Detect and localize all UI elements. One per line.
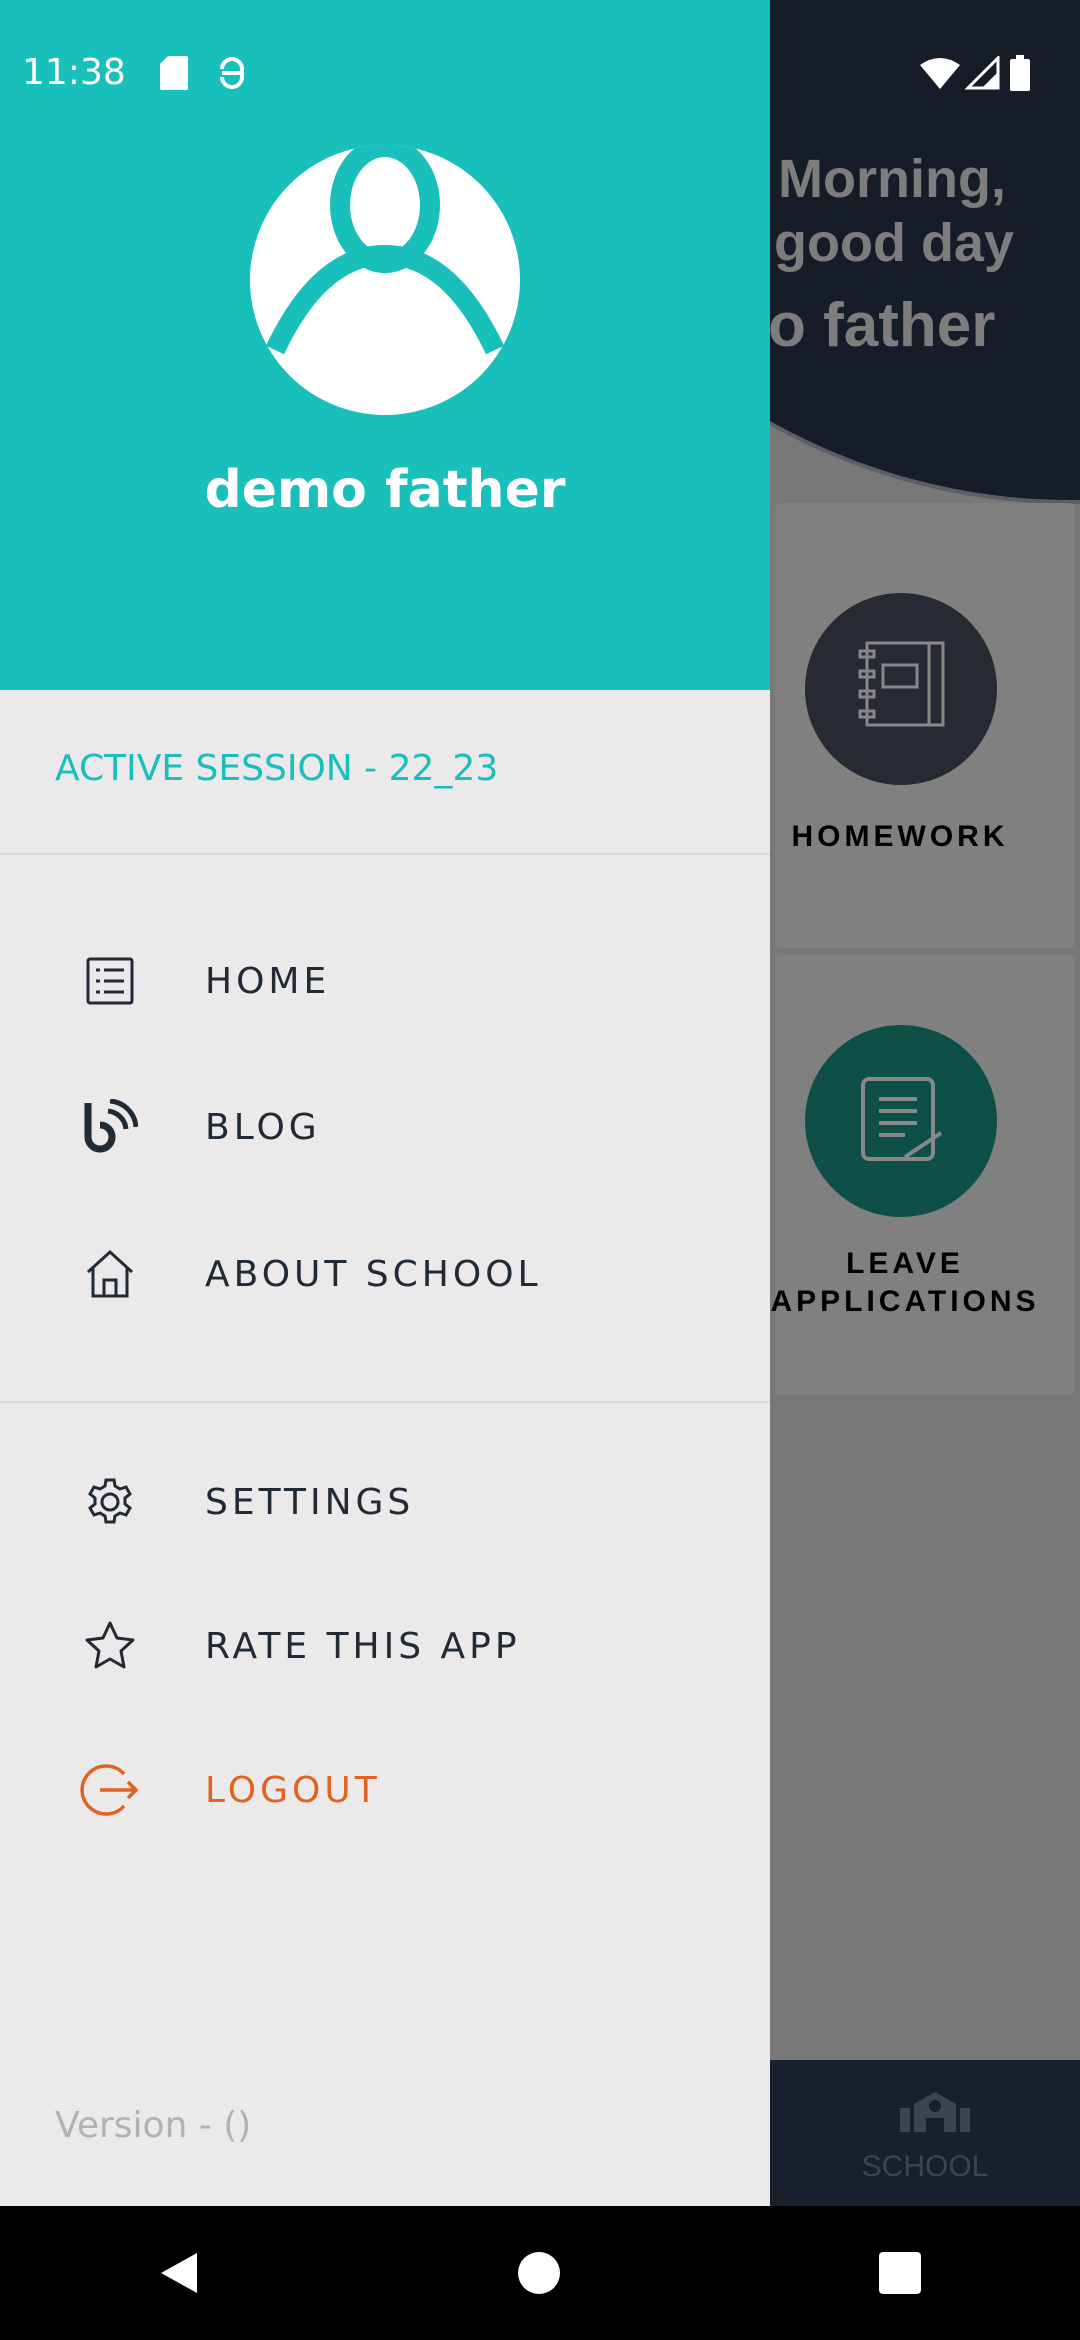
home-button[interactable] — [517, 2251, 561, 2295]
sd-card-icon — [159, 55, 188, 90]
menu-item-about-school[interactable]: ABOUT SCHOOL — [0, 1214, 770, 1334]
homework-card[interactable]: HOMEWORK — [775, 503, 1075, 948]
version-text: Version - () — [55, 2105, 252, 2146]
greeting-subtext: good day — [774, 213, 1014, 273]
menu-item-settings[interactable]: SETTINGS — [0, 1442, 770, 1562]
star-icon — [80, 1616, 140, 1676]
list-icon — [80, 951, 140, 1011]
menu-item-label: LOGOUT — [205, 1769, 381, 1811]
status-bar: 11:38 — [0, 0, 1080, 145]
menu-item-label: ABOUT SCHOOL — [205, 1253, 542, 1295]
menu-item-home[interactable]: HOME — [0, 921, 770, 1041]
navigation-drawer: demo father ACTIVE SESSION - 22_23 HOME … — [0, 0, 770, 2206]
leave-label-1: LEAVE — [846, 1247, 964, 1280]
note-edit-icon — [805, 1025, 997, 1217]
menu-item-label: BLOG — [205, 1106, 321, 1148]
homework-label: HOMEWORK — [791, 820, 1009, 853]
school-tab-label: SCHOOL — [861, 2150, 989, 2183]
system-navigation-bar — [0, 2206, 1080, 2340]
menu-item-logout[interactable]: LOGOUT — [0, 1730, 770, 1850]
greeting-user: o father — [768, 291, 996, 360]
menu-item-label: SETTINGS — [205, 1481, 415, 1523]
user-icon — [265, 145, 505, 355]
recents-button[interactable] — [879, 2252, 921, 2294]
logout-icon — [80, 1760, 140, 1820]
menu-item-label: RATE THIS APP — [205, 1625, 521, 1667]
greeting-text: Morning, — [778, 149, 1006, 209]
house-icon — [80, 1244, 140, 1304]
menu-item-label: HOME — [205, 960, 331, 1002]
clock: 11:38 — [22, 52, 126, 93]
back-button[interactable] — [159, 2251, 199, 2295]
wifi-icon — [920, 57, 960, 89]
debug-icon — [219, 56, 244, 89]
signal-icon — [964, 55, 1000, 89]
school-icon — [900, 2092, 970, 2132]
leave-applications-card[interactable]: LEAVE APPLICATIONS — [770, 955, 1075, 1395]
battery-icon — [1010, 54, 1030, 91]
gear-icon — [80, 1472, 140, 1532]
active-session: ACTIVE SESSION - 22_23 — [55, 748, 499, 789]
notebook-icon — [805, 593, 997, 785]
menu-item-rate-app[interactable]: RATE THIS APP — [0, 1586, 770, 1706]
user-name: demo father — [204, 460, 566, 520]
divider — [0, 853, 770, 855]
bottom-navigation: SCHOOL — [770, 2060, 1080, 2206]
leave-label-2: APPLICATIONS — [770, 1285, 1040, 1318]
menu-item-blog[interactable]: BLOG — [0, 1067, 770, 1187]
blog-icon — [80, 1097, 140, 1157]
divider — [0, 1401, 770, 1403]
avatar[interactable] — [250, 145, 520, 415]
